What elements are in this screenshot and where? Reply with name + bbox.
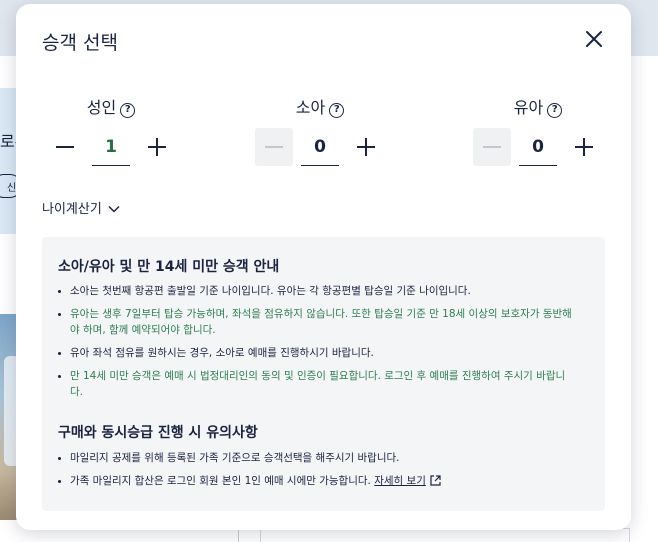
infant-increase-button[interactable]: [565, 128, 603, 166]
child-label-row: 소아?: [255, 94, 385, 118]
chevron-down-icon: [108, 205, 120, 213]
upgrade-notice-title: 구매와 동시승급 진행 시 유의사항: [58, 425, 258, 441]
close-icon: [586, 31, 602, 47]
infant-label-row: 유아?: [473, 94, 603, 118]
close-button[interactable]: [582, 27, 606, 51]
notice-item-text: 가족 마일리지 합산은 로그인 회원 본인 1인 예매 시에만 가능합니다.: [70, 475, 371, 487]
adult-passenger-group: 성인? 1: [46, 94, 176, 174]
adult-label: 성인: [86, 98, 117, 117]
background-divider: [238, 528, 239, 542]
external-link-icon: [430, 475, 441, 486]
plus-icon: [575, 138, 593, 156]
details-link[interactable]: 자세히 보기: [374, 475, 426, 487]
modal-title: 승객 선택: [42, 32, 118, 54]
background-card: [260, 528, 630, 542]
notice-item: 유아 좌석 점유를 원하시는 경우, 소아로 예매를 진행하시기 바랍니다.: [58, 345, 578, 361]
age-calculator-toggle[interactable]: 나이계산기: [42, 198, 120, 217]
passenger-select-modal: 승객 선택 성인? 1 소아? 0 유아 ? 0 나이계산기 소아/유아 및 만…: [16, 4, 631, 530]
adult-stepper: 1: [46, 128, 176, 168]
minus-icon: [265, 146, 283, 148]
plus-icon: [148, 138, 166, 156]
adult-help-icon[interactable]: ?: [120, 103, 136, 118]
upgrade-notice-list: 마일리지 공제를 위해 등록된 가족 기준으로 승객선택을 해주시기 바랍니다.…: [58, 450, 578, 496]
child-stepper: 0: [255, 128, 385, 168]
child-passenger-group: 소아? 0: [255, 94, 385, 174]
child-decrease-button[interactable]: [255, 128, 293, 166]
notice-item: 유아는 생후 7일부터 탑승 가능하며, 좌석을 점유하지 않습니다. 또한 탑…: [58, 306, 578, 338]
adult-label-row: 성인?: [46, 94, 176, 118]
child-count[interactable]: 0: [301, 128, 339, 166]
infant-passenger-group: 유아? 0: [473, 94, 603, 174]
notice-item: 소아는 첫번째 항공편 출발일 기준 나이입니다. 유아는 각 항공편별 탑승일…: [58, 283, 578, 299]
minus-icon: [56, 146, 74, 148]
passenger-info-panel: 소아/유아 및 만 14세 미만 승객 안내 소아는 첫번째 항공편 출발일 기…: [42, 237, 605, 511]
minus-icon: [483, 146, 501, 148]
notice-item: 가족 마일리지 합산은 로그인 회원 본인 1인 예매 시에만 가능합니다. 자…: [58, 473, 578, 489]
adult-increase-button[interactable]: [138, 128, 176, 166]
infant-decrease-button[interactable]: [473, 128, 511, 166]
child-infant-notice-title: 소아/유아 및 만 14세 미만 승객 안내: [58, 259, 280, 275]
infant-label: 유아: [513, 98, 544, 117]
child-help-icon[interactable]: ?: [329, 103, 345, 118]
child-increase-button[interactable]: [347, 128, 385, 166]
adult-count[interactable]: 1: [92, 128, 130, 166]
infant-help-icon[interactable]: ?: [547, 103, 563, 118]
infant-stepper: 0: [473, 128, 603, 168]
notice-item: 마일리지 공제를 위해 등록된 가족 기준으로 승객선택을 해주시기 바랍니다.: [58, 450, 578, 466]
notice-item: 만 14세 미만 승객은 예매 시 법정대리인의 동의 및 인증이 필요합니다.…: [58, 368, 578, 400]
age-calculator-label: 나이계산기: [42, 202, 102, 217]
plus-icon: [357, 138, 375, 156]
infant-count[interactable]: 0: [519, 128, 557, 166]
child-infant-notice-list: 소아는 첫번째 항공편 출발일 기준 나이입니다. 유아는 각 항공편별 탑승일…: [58, 283, 578, 407]
child-label: 소아: [295, 98, 326, 117]
adult-decrease-button[interactable]: [46, 128, 84, 166]
